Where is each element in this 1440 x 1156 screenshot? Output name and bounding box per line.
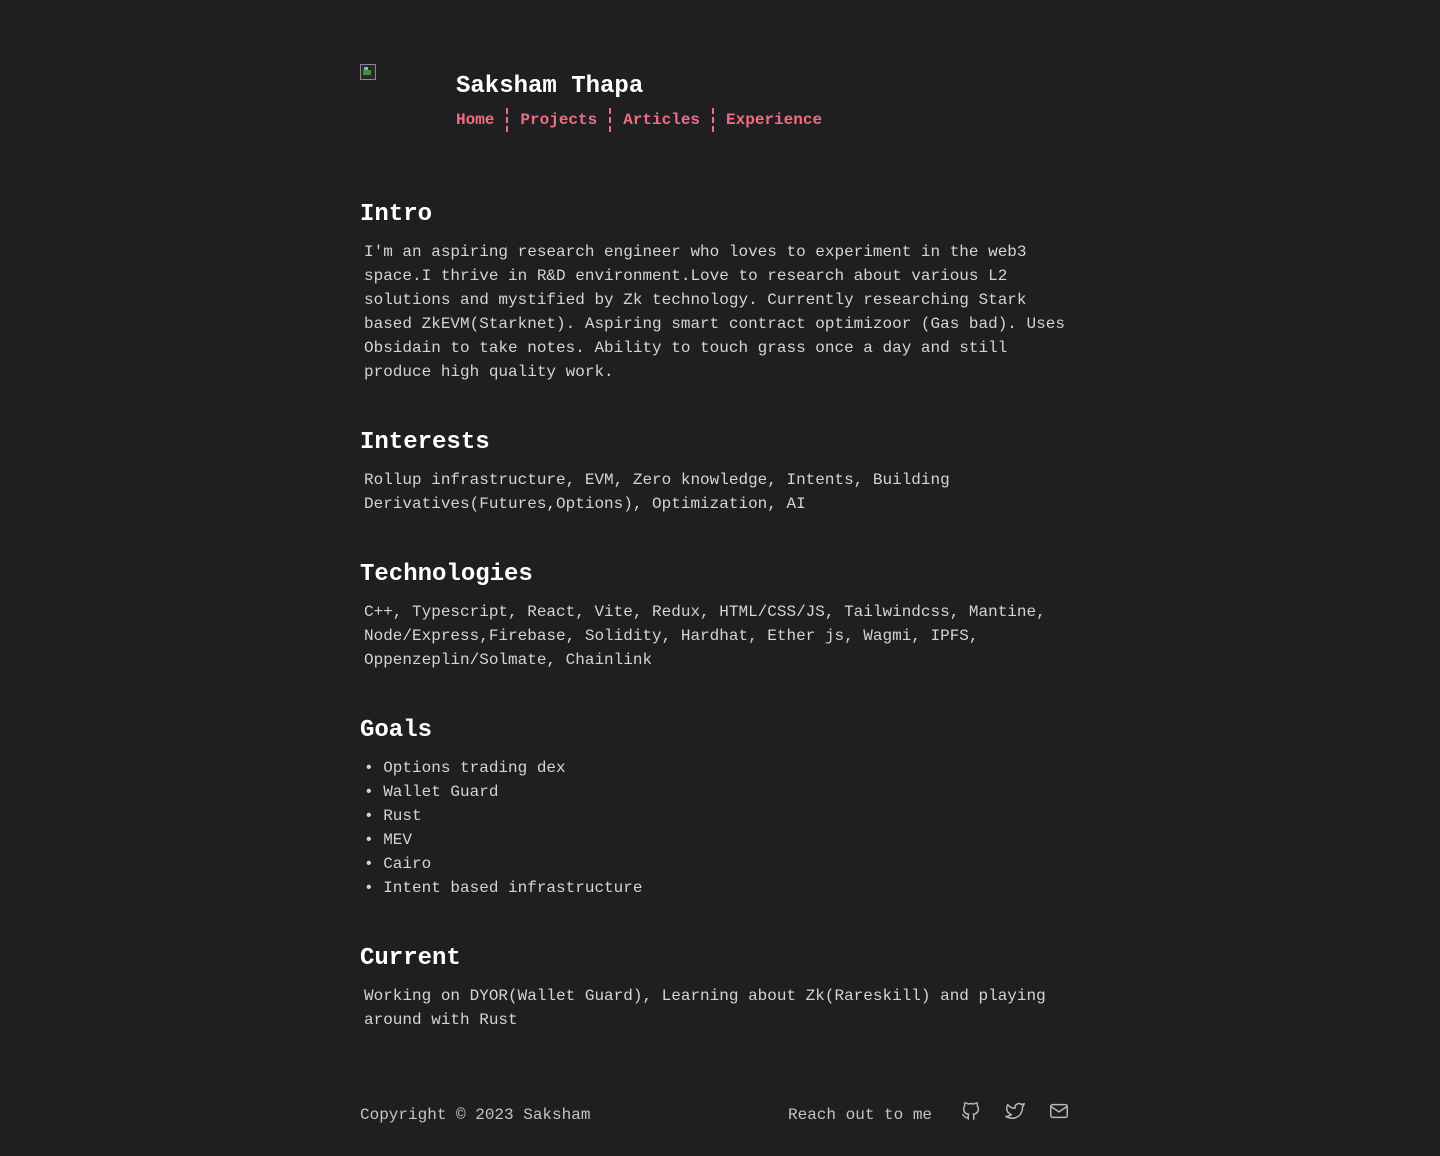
mail-icon[interactable]: [1048, 1100, 1072, 1124]
technologies-section: Technologies C++, Typescript, React, Vit…: [360, 560, 1080, 672]
current-section: Current Working on DYOR(Wallet Guard), L…: [360, 944, 1080, 1032]
goals-heading: Goals: [360, 717, 433, 744]
goal-item: • Options trading dex: [364, 759, 566, 777]
intro-text: I'm an aspiring research engineer who lo…: [364, 243, 1065, 381]
intro-section: Intro I'm an aspiring research engineer …: [360, 200, 1080, 384]
goals-list: • Options trading dex • Wallet Guard • R…: [364, 756, 1080, 900]
site-footer: Copyright © 2023 Saksham Reach out to me: [360, 1100, 1080, 1130]
interests-section: Interests Rollup infrastructure, EVM, Ze…: [360, 428, 1080, 516]
technologies-heading: Technologies: [360, 561, 533, 588]
interests-text: Rollup infrastructure, EVM, Zero knowled…: [364, 471, 950, 513]
avatar: [360, 64, 376, 80]
goal-item: • Wallet Guard: [364, 783, 499, 801]
nav-projects-link[interactable]: Projects: [508, 108, 609, 132]
goal-item: • Intent based infrastructure: [364, 879, 643, 897]
site-title: Saksham Thapa: [456, 73, 644, 100]
technologies-text: C++, Typescript, React, Vite, Redux, HTM…: [364, 603, 1046, 669]
github-icon[interactable]: [960, 1100, 984, 1124]
current-heading: Current: [360, 945, 461, 972]
goal-item: • MEV: [364, 831, 413, 849]
copyright-text: Copyright © 2023 Saksham: [360, 1106, 591, 1124]
goals-section: Goals • Options trading dex • Wallet Gua…: [360, 716, 1080, 900]
reach-out-label: Reach out to me: [788, 1106, 933, 1124]
nav-experience-link[interactable]: Experience: [714, 108, 834, 132]
nav-home-link[interactable]: Home: [456, 108, 506, 132]
broken-image-icon: [360, 64, 376, 80]
nav-articles-link[interactable]: Articles: [611, 108, 712, 132]
main-nav: Home Projects Articles Experience: [456, 108, 834, 132]
twitter-icon[interactable]: [1004, 1100, 1028, 1124]
interests-heading: Interests: [360, 429, 490, 456]
goal-item: • Rust: [364, 807, 422, 825]
intro-heading: Intro: [360, 201, 433, 228]
current-text: Working on DYOR(Wallet Guard), Learning …: [364, 987, 1046, 1029]
site-header: Saksham Thapa Home Projects Articles Exp…: [360, 64, 1080, 144]
goal-item: • Cairo: [364, 855, 432, 873]
